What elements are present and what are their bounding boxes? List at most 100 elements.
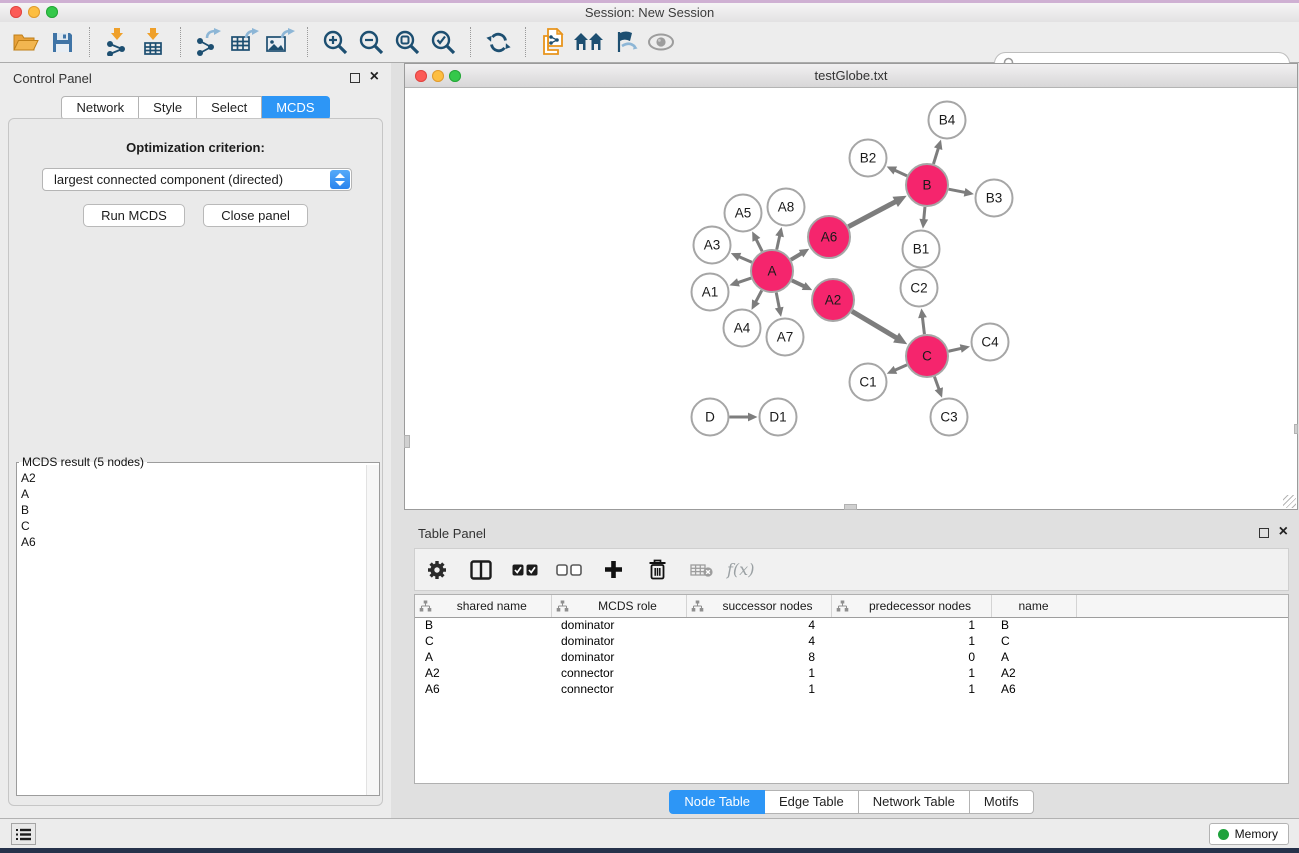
graph-node-C[interactable]: C (906, 335, 948, 377)
graph-edge-A-A2[interactable] (792, 280, 806, 286)
graph-node-A4[interactable]: A4 (724, 310, 761, 347)
table-panel-float-icon[interactable] (1259, 528, 1269, 538)
close-panel-button[interactable]: Close panel (203, 204, 308, 227)
tab-select[interactable]: Select (197, 96, 262, 120)
graph-node-A2[interactable]: A2 (812, 279, 854, 321)
tab-mcds[interactable]: MCDS (262, 96, 329, 120)
network-window-titlebar[interactable]: testGlobe.txt (405, 64, 1297, 88)
unselect-all-columns-icon[interactable] (556, 557, 582, 583)
graph-edge-A-A6[interactable] (791, 253, 803, 260)
network-right-scroll-mark[interactable] (1294, 424, 1298, 434)
export-network-icon[interactable] (192, 26, 224, 58)
graph-node-A7[interactable]: A7 (767, 319, 804, 356)
column-header-successor-nodes[interactable]: successor nodes (686, 595, 831, 617)
style-flag-icon[interactable] (609, 26, 641, 58)
mcds-result-item[interactable]: A2 (21, 470, 379, 486)
graph-edge-C-C1[interactable] (894, 365, 907, 371)
graph-edge-A-A3[interactable] (738, 256, 752, 262)
graph-node-C3[interactable]: C3 (931, 399, 968, 436)
tab-style[interactable]: Style (139, 96, 197, 120)
graph-edge-C-C4[interactable] (948, 348, 962, 351)
table-row[interactable]: A2connector11A2 (415, 665, 1288, 681)
graph-node-A5[interactable]: A5 (725, 195, 762, 232)
table-row[interactable]: A6connector11A6 (415, 681, 1288, 697)
mcds-result-item[interactable]: B (21, 502, 379, 518)
network-close-traffic-light[interactable] (415, 70, 427, 82)
graph-node-D[interactable]: D (692, 399, 729, 436)
mcds-result-item[interactable]: A6 (21, 534, 379, 550)
table-panel-close-icon[interactable]: × (1279, 526, 1288, 538)
node-table-header-row[interactable]: shared nameMCDS rolesuccessor nodesprede… (415, 595, 1288, 617)
show-column-panel-icon[interactable] (468, 557, 494, 583)
graph-node-C1[interactable]: C1 (850, 364, 887, 401)
mcds-result-item[interactable]: A (21, 486, 379, 502)
import-network-icon[interactable] (101, 26, 133, 58)
graph-edge-A-A5[interactable] (756, 238, 763, 251)
export-image-icon[interactable] (264, 26, 296, 58)
table-row[interactable]: Bdominator41B (415, 617, 1288, 633)
zoom-in-icon[interactable] (319, 26, 351, 58)
column-header-mcds-role[interactable]: MCDS role (551, 595, 686, 617)
create-column-plus-icon[interactable] (600, 557, 626, 583)
zoom-out-icon[interactable] (355, 26, 387, 58)
graph-edge-B-B1[interactable] (924, 207, 925, 221)
graph-node-C4[interactable]: C4 (972, 324, 1009, 361)
graph-edge-A-A4[interactable] (755, 290, 762, 303)
table-settings-gear-icon[interactable] (424, 557, 450, 583)
graph-edge-A6-B[interactable] (848, 201, 897, 227)
graph-node-A3[interactable]: A3 (694, 227, 731, 264)
table-row[interactable]: Adominator80A (415, 649, 1288, 665)
save-session-icon[interactable] (46, 26, 78, 58)
criterion-dropdown[interactable]: largest connected component (directed) (42, 168, 352, 191)
control-panel-float-icon[interactable] (350, 73, 360, 83)
graph-node-A1[interactable]: A1 (692, 274, 729, 311)
column-header-shared-name[interactable]: shared name (415, 595, 551, 617)
graph-node-A8[interactable]: A8 (768, 189, 805, 226)
clone-network-icon[interactable] (537, 26, 569, 58)
graph-edge-B-B4[interactable] (933, 147, 938, 164)
network-hscroll-thumb[interactable] (844, 504, 857, 510)
mcds-result-item[interactable]: C (21, 518, 379, 534)
network-canvas[interactable]: AA1A3A5A8A4A7A6A2BB2B4B3B1CC2C1C4C3DD1 (405, 88, 1297, 508)
delete-column-trash-icon[interactable] (644, 557, 670, 583)
graph-node-B2[interactable]: B2 (850, 140, 887, 177)
tab-motifs[interactable]: Motifs (970, 790, 1034, 814)
graph-edge-B-B3[interactable] (949, 189, 967, 192)
task-history-button[interactable] (11, 823, 36, 845)
graph-node-C2[interactable]: C2 (901, 270, 938, 307)
app-close-traffic-light[interactable] (10, 6, 22, 18)
graph-edge-C-C2[interactable] (922, 316, 924, 334)
memory-button[interactable]: Memory (1209, 823, 1289, 845)
column-header-predecessor-nodes[interactable]: predecessor nodes (831, 595, 991, 617)
network-minimize-traffic-light[interactable] (432, 70, 444, 82)
tab-edge-table[interactable]: Edge Table (765, 790, 859, 814)
network-vscroll-thumb[interactable] (404, 435, 410, 448)
graph-edge-A2-C[interactable] (852, 311, 898, 338)
graph-node-B1[interactable]: B1 (903, 231, 940, 268)
zoom-selected-icon[interactable] (427, 26, 459, 58)
network-zoom-traffic-light[interactable] (449, 70, 461, 82)
refresh-icon[interactable] (482, 26, 514, 58)
open-file-icon[interactable] (10, 26, 42, 58)
tab-network[interactable]: Network (61, 96, 139, 120)
table-row[interactable]: Cdominator41C (415, 633, 1288, 649)
graph-node-B4[interactable]: B4 (929, 102, 966, 139)
graph-node-B[interactable]: B (906, 164, 948, 206)
tab-node-table[interactable]: Node Table (669, 790, 765, 814)
layout-home-icon[interactable] (573, 26, 605, 58)
graph-node-A6[interactable]: A6 (808, 216, 850, 258)
app-zoom-traffic-light[interactable] (46, 6, 58, 18)
graph-node-D1[interactable]: D1 (760, 399, 797, 436)
run-mcds-button[interactable]: Run MCDS (83, 204, 185, 227)
graph-edge-A-A8[interactable] (777, 234, 780, 249)
column-header-name[interactable]: name (991, 595, 1076, 617)
graph-edge-A-A1[interactable] (737, 278, 752, 283)
graph-edge-C-C3[interactable] (934, 377, 939, 391)
mcds-result-scrollbar[interactable] (366, 465, 379, 795)
export-table-icon[interactable] (228, 26, 260, 58)
graph-node-B3[interactable]: B3 (976, 180, 1013, 217)
zoom-fit-icon[interactable] (391, 26, 423, 58)
network-resize-grip[interactable] (1283, 495, 1296, 508)
graph-edge-B-B2[interactable] (893, 170, 907, 176)
select-all-columns-icon[interactable] (512, 557, 538, 583)
